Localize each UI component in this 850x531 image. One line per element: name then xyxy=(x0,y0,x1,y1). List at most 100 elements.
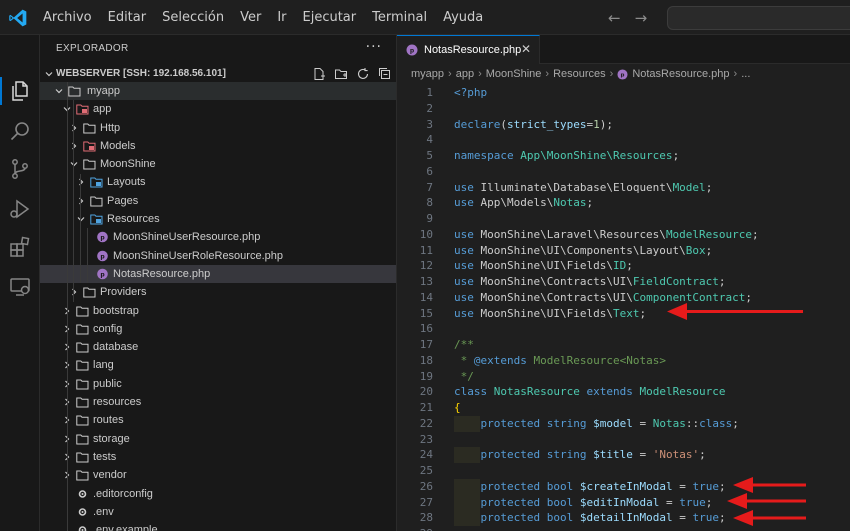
folder-item-public[interactable]: public xyxy=(40,375,396,393)
folder-item-models[interactable]: Models xyxy=(40,137,396,155)
menu-item-editar[interactable]: Editar xyxy=(100,0,155,35)
code-line[interactable]: 17 /** xyxy=(397,337,850,353)
run-debug-icon[interactable] xyxy=(8,197,32,221)
folder-item-lang[interactable]: lang xyxy=(40,356,396,374)
file-item-env-example[interactable]: .env.example xyxy=(40,521,396,531)
folder-item-pages[interactable]: Pages xyxy=(40,192,396,210)
chevron-right-icon[interactable] xyxy=(69,287,79,297)
code-line[interactable]: 8 use App\Models\Notas; xyxy=(397,195,850,211)
breadcrumb-item[interactable]: ... xyxy=(741,68,750,80)
menu-item-ver[interactable]: Ver xyxy=(232,0,269,35)
folder-item-vendor[interactable]: vendor xyxy=(40,466,396,484)
refresh-icon[interactable] xyxy=(356,67,370,81)
tab-notasresource[interactable]: p NotasResource.php ✕ xyxy=(397,35,540,64)
menu-item-seleccion[interactable]: Selección xyxy=(154,0,232,35)
folder-item-storage[interactable]: storage xyxy=(40,430,396,448)
breadcrumb-item[interactable]: NotasResource.php xyxy=(632,68,729,80)
breadcrumb-item[interactable]: app xyxy=(456,68,474,80)
code-line[interactable]: 9 xyxy=(397,211,850,227)
code-line[interactable]: 7 use Illuminate\Database\Eloquent\Model; xyxy=(397,180,850,196)
new-file-icon[interactable] xyxy=(312,67,326,81)
more-actions-icon[interactable]: ··· xyxy=(366,39,382,55)
folder-item-http[interactable]: Http xyxy=(40,119,396,137)
close-icon[interactable]: ✕ xyxy=(521,42,531,56)
file-item-notasresource-php[interactable]: p NotasResource.php xyxy=(40,264,396,284)
back-arrow-icon[interactable]: ← xyxy=(608,9,621,27)
vscode-logo-icon[interactable] xyxy=(8,8,28,28)
code-line[interactable]: 14 use MoonShine\Contracts\UI\ComponentCo… xyxy=(397,290,850,306)
code-line[interactable]: 11 use MoonShine\UI\Components\Layout\Box… xyxy=(397,243,850,259)
code-line[interactable]: 22 protected string $model = Notas::clas… xyxy=(397,415,850,432)
folder-item-resources[interactable]: Resources xyxy=(40,210,396,228)
new-folder-icon[interactable] xyxy=(334,67,348,81)
code-line[interactable]: 10 use MoonShine\Laravel\Resources\ModelR… xyxy=(397,227,850,243)
code-line[interactable]: 26 protected bool $createInModal = true; xyxy=(397,478,850,495)
folder-item-providers[interactable]: Providers xyxy=(40,283,396,301)
code-line[interactable]: 21 { xyxy=(397,400,850,416)
breadcrumb-item[interactable]: Resources xyxy=(553,68,606,80)
command-center-search[interactable] xyxy=(667,6,850,30)
code-line[interactable]: 5 namespace App\MoonShine\Resources; xyxy=(397,148,850,164)
code-line[interactable]: 23 xyxy=(397,432,850,448)
line-number: 12 xyxy=(419,259,433,273)
code-line[interactable]: 1 <?php xyxy=(397,85,850,101)
file-item-moonshineuserroleresource-php[interactable]: p MoonShineUserRoleResource.php xyxy=(40,247,396,265)
collapse-all-icon[interactable] xyxy=(378,67,392,81)
code-line[interactable]: 29 xyxy=(397,526,850,531)
folder-icon xyxy=(76,397,89,408)
code-line[interactable]: 19 */ xyxy=(397,369,850,385)
folder-item-config[interactable]: config xyxy=(40,320,396,338)
chevron-right-icon[interactable] xyxy=(76,196,86,206)
extensions-icon[interactable] xyxy=(8,235,32,259)
code-line[interactable]: 20 class NotasResource extends ModelResou… xyxy=(397,384,850,400)
code-line[interactable]: 12 use MoonShine\UI\Fields\ID; xyxy=(397,258,850,274)
code-line[interactable]: 13 use MoonShine\Contracts\UI\FieldContra… xyxy=(397,274,850,290)
breadcrumb-item[interactable]: MoonShine xyxy=(486,68,542,80)
menu-item-ayuda[interactable]: Ayuda xyxy=(435,0,491,35)
breadcrumb-item[interactable]: myapp xyxy=(411,68,444,80)
workspace-section-header[interactable]: WEBSERVER [SSH: 192.168.56.101] xyxy=(40,64,396,84)
chevron-down-icon[interactable] xyxy=(69,159,79,169)
code-line[interactable]: 25 xyxy=(397,463,850,479)
code-line[interactable]: 2 xyxy=(397,101,850,117)
code-line[interactable]: 16 xyxy=(397,321,850,337)
folder-item-tests[interactable]: tests xyxy=(40,448,396,466)
code-line[interactable]: 3 declare(strict_types=1); xyxy=(397,117,850,133)
file-item-moonshineuserresource-php[interactable]: p MoonShineUserResource.php xyxy=(40,228,396,246)
code-line[interactable]: 4 xyxy=(397,132,850,148)
chevron-down-icon[interactable] xyxy=(76,214,86,224)
folder-item-routes[interactable]: routes xyxy=(40,411,396,429)
chevron-right-icon[interactable] xyxy=(69,141,79,151)
settings-file-icon xyxy=(78,489,87,498)
folder-item-database[interactable]: database xyxy=(40,338,396,356)
search-icon[interactable] xyxy=(8,119,32,143)
code-line[interactable]: 27 protected bool $editInModal = true; xyxy=(397,494,850,511)
chevron-down-icon[interactable] xyxy=(54,86,64,96)
forward-arrow-icon[interactable]: → xyxy=(635,9,648,27)
line-number: 1 xyxy=(426,86,433,99)
menu-item-ejecutar[interactable]: Ejecutar xyxy=(295,0,365,35)
file-item-env[interactable]: .env xyxy=(40,503,396,521)
source-control-icon[interactable] xyxy=(8,157,32,181)
code-line[interactable]: 15 use MoonShine\UI\Fields\Text; xyxy=(397,306,850,322)
chevron-right-icon[interactable] xyxy=(76,177,86,187)
folder-item-app[interactable]: app xyxy=(40,100,396,118)
menu-item-ir[interactable]: Ir xyxy=(269,0,294,35)
code-line[interactable]: 24 protected string $title = 'Notas'; xyxy=(397,447,850,463)
chevron-right-icon[interactable] xyxy=(69,123,79,133)
code-line[interactable]: 6 xyxy=(397,164,850,180)
code-line[interactable]: 18 * @extends ModelResource<Notas> xyxy=(397,353,850,369)
code-line[interactable]: 28 protected bool $detailInModal = true; xyxy=(397,510,850,526)
folder-item-bootstrap[interactable]: bootstrap xyxy=(40,302,396,320)
code-text: protected string $model = Notas::class; xyxy=(480,416,739,430)
folder-item-myapp[interactable]: myapp xyxy=(40,82,396,101)
folder-item-resources[interactable]: resources xyxy=(40,393,396,411)
code-editor[interactable]: 1 <?php 2 3 declare(strict_types=1); 4 5 namesp… xyxy=(397,85,850,531)
menu-item-terminal[interactable]: Terminal xyxy=(364,0,435,35)
folder-item-layouts[interactable]: Layouts xyxy=(40,173,396,191)
remote-explorer-icon[interactable] xyxy=(8,275,32,299)
menu-item-archivo[interactable]: Archivo xyxy=(35,0,100,35)
file-item-editorconfig[interactable]: .editorconfig xyxy=(40,485,396,503)
explorer-icon[interactable] xyxy=(8,79,32,103)
folder-item-moonshine[interactable]: MoonShine xyxy=(40,155,396,173)
